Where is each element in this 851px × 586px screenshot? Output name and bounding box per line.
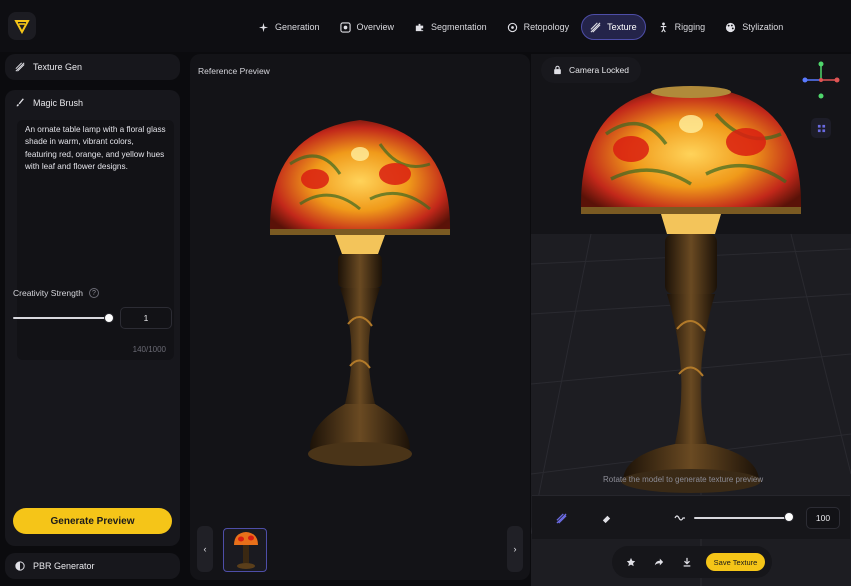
rotate-hint-text: Rotate the model to generate texture pre…: [603, 475, 764, 484]
tab-rigging[interactable]: Rigging: [650, 14, 714, 40]
reference-thumbnail[interactable]: [223, 528, 267, 572]
tab-segmentation-label: Segmentation: [431, 22, 487, 32]
eraser-icon: [602, 515, 610, 523]
sparkle-icon: [258, 22, 269, 32]
save-texture-button[interactable]: Save Texture: [706, 553, 765, 571]
tab-stylization-label: Stylization: [742, 22, 784, 32]
prompt-text[interactable]: An ornate table lamp with a floral glass…: [25, 124, 167, 174]
camera-locked-label: Camera Locked: [569, 65, 630, 75]
mesh-icon: [507, 22, 517, 32]
logo-icon: [14, 20, 30, 34]
creativity-value-input[interactable]: 1: [120, 307, 172, 329]
stripes-icon: [590, 22, 601, 32]
main-nav: Generation Overview Segmentation Retopol…: [250, 14, 791, 40]
action-bar: Save Texture: [612, 546, 772, 578]
half-circle-icon: [15, 561, 25, 571]
pbr-generator-header[interactable]: PBR Generator: [5, 553, 180, 579]
brush-size-value-input[interactable]: 100: [806, 507, 840, 529]
creativity-slider-handle[interactable]: [104, 313, 114, 323]
prev-image-button[interactable]: ‹: [197, 526, 213, 572]
paint-brush-tool[interactable]: [552, 510, 570, 526]
tab-texture[interactable]: Texture: [581, 14, 646, 40]
generate-preview-button[interactable]: Generate Preview: [13, 508, 172, 534]
stripes-icon: [555, 512, 567, 524]
stripes-icon: [15, 62, 25, 72]
magic-brush-panel: Magic Brush An ornate table lamp with a …: [5, 90, 180, 546]
share-arrow-icon: [654, 558, 664, 566]
brush-size-icon-wrap: [672, 510, 688, 526]
focus-icon: [339, 21, 351, 33]
thumbnail-lamp-image: [234, 532, 258, 569]
magic-brush-header[interactable]: Magic Brush: [15, 98, 83, 108]
wave-icon: [674, 515, 685, 521]
tab-retopology[interactable]: Retopology: [499, 14, 578, 40]
tab-retopology-label: Retopology: [523, 22, 570, 32]
texture-gen-label: Texture Gen: [33, 62, 83, 72]
creativity-slider-track[interactable]: [13, 317, 109, 319]
favorite-button[interactable]: [624, 555, 638, 569]
camera-locked-toggle[interactable]: Camera Locked: [541, 57, 642, 83]
puzzle-icon: [415, 23, 424, 31]
texture-gen-header[interactable]: Texture Gen: [5, 54, 180, 80]
reference-preview-title: Reference Preview: [198, 66, 270, 76]
grid-icon: [817, 124, 825, 132]
eraser-tool[interactable]: [597, 510, 615, 526]
tab-generation-label: Generation: [275, 22, 320, 32]
palette-icon: [726, 22, 736, 32]
tab-rigging-label: Rigging: [674, 22, 706, 32]
tab-generation[interactable]: Generation: [250, 14, 328, 40]
axis-gizmo[interactable]: [801, 60, 841, 100]
reference-preview-panel: Reference Preview ‹ ›: [190, 54, 530, 580]
model-viewport[interactable]: Camera Locked Rotate the model to genera…: [531, 54, 851, 586]
prompt-char-count: 140/1000: [132, 345, 166, 354]
pbr-generator-label: PBR Generator: [33, 561, 95, 571]
download-button[interactable]: [680, 555, 694, 569]
axis-gizmo-icon: [802, 61, 840, 99]
app-logo[interactable]: [8, 12, 36, 40]
tab-overview-label: Overview: [356, 22, 395, 32]
creativity-strength-label: Creativity Strength: [13, 288, 83, 298]
tab-overview[interactable]: Overview: [332, 14, 403, 40]
creativity-strength-label-row: Creativity Strength ?: [13, 288, 99, 298]
download-icon: [683, 557, 691, 567]
tab-stylization[interactable]: Stylization: [717, 14, 791, 40]
help-icon[interactable]: ?: [88, 288, 99, 298]
next-image-button[interactable]: ›: [507, 526, 523, 572]
tab-segmentation[interactable]: Segmentation: [406, 14, 495, 40]
top-bar: Generation Overview Segmentation Retopol…: [0, 0, 851, 52]
tab-texture-label: Texture: [607, 22, 637, 32]
magic-brush-label: Magic Brush: [33, 98, 84, 108]
brush-size-slider-track[interactable]: [694, 517, 789, 519]
share-button[interactable]: [652, 555, 666, 569]
brush-toolbar: 100: [532, 495, 850, 539]
grid-view-button[interactable]: [811, 118, 831, 138]
brush-size-slider-handle[interactable]: [784, 512, 794, 522]
brush-icon: [16, 98, 24, 107]
lock-icon: [554, 65, 561, 75]
reference-lamp-image: [269, 120, 451, 466]
figure-icon: [660, 21, 666, 32]
star-icon: [626, 557, 636, 567]
